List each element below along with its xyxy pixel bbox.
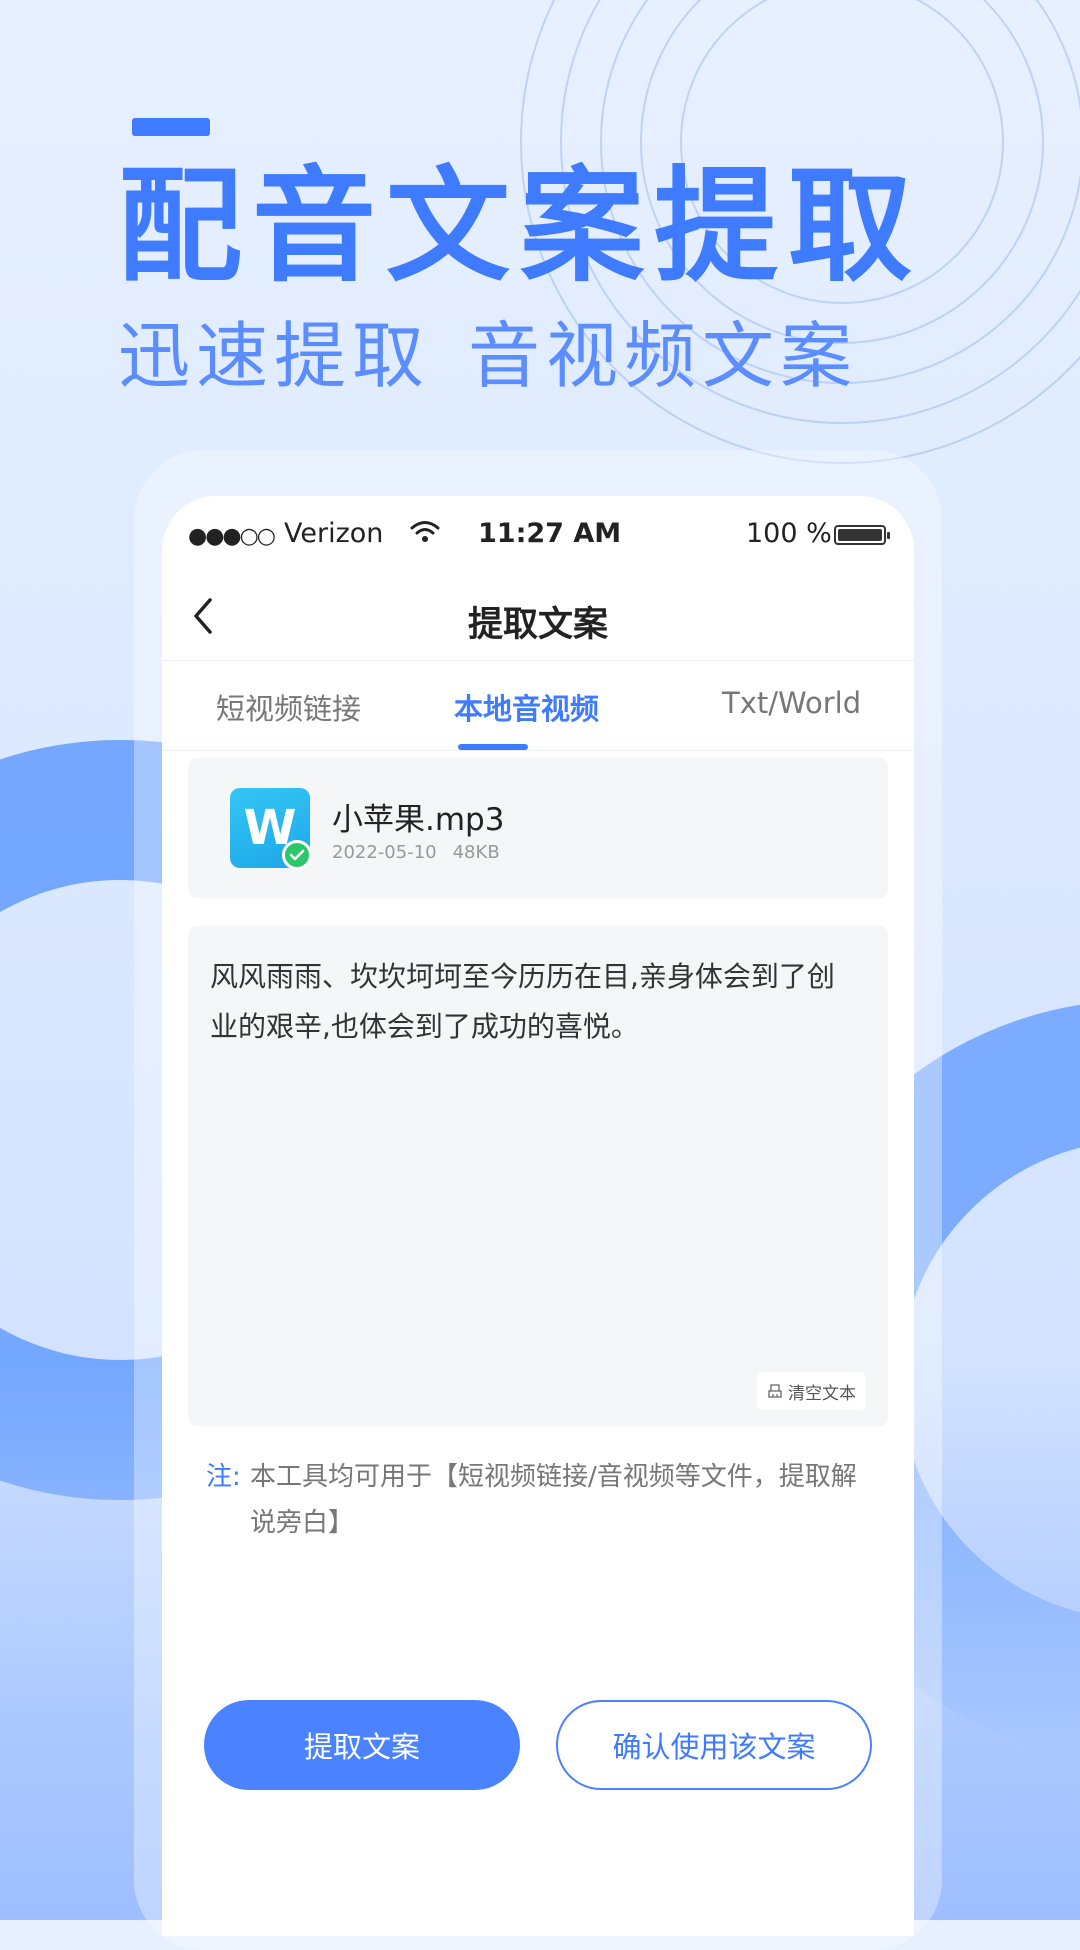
file-meta: 2022-05-10 48KB bbox=[332, 842, 500, 863]
promo-subhead-left: 迅速提取 bbox=[118, 314, 431, 398]
clear-text-label: 清空文本 bbox=[788, 1383, 856, 1404]
status-bar: ●●●○○ Verizon 11:27 AM 100 % bbox=[162, 496, 914, 576]
note-label: 注: bbox=[206, 1462, 241, 1492]
confirm-use-button[interactable]: 确认使用该文案 bbox=[556, 1700, 872, 1790]
tab-bar: 短视频链接 本地音视频 Txt/World bbox=[162, 660, 914, 751]
file-size: 48KB bbox=[452, 842, 500, 863]
file-card[interactable]: W 小苹果.mp3 2022-05-10 48KB bbox=[188, 758, 888, 898]
tab-local-media[interactable]: 本地音视频 bbox=[454, 686, 599, 728]
extracted-text-box[interactable]: 风风雨雨、坎坎坷坷至今历历在目,亲身体会到了创业的艰辛,也体会到了成功的喜悦。 … bbox=[188, 926, 888, 1426]
accent-bar bbox=[132, 118, 210, 136]
file-name: 小苹果.mp3 bbox=[332, 802, 505, 838]
battery-icon bbox=[834, 525, 890, 545]
nav-bar: 提取文案 bbox=[162, 574, 914, 661]
signal-icon: ●●●○○ bbox=[188, 524, 276, 549]
promo-subhead: 迅速提取 音视频文案 bbox=[118, 320, 858, 392]
check-icon bbox=[282, 840, 312, 870]
promo-subhead-right: 音视频文案 bbox=[468, 314, 859, 398]
tab-short-video-link[interactable]: 短视频链接 bbox=[216, 686, 361, 728]
wifi-icon bbox=[410, 521, 440, 542]
note-text: 本工具均可用于【短视频链接/音视频等文件，提取解说旁白】 bbox=[250, 1462, 857, 1538]
tab-txt-world[interactable]: Txt/World bbox=[722, 686, 861, 720]
page-title: 提取文案 bbox=[467, 605, 608, 645]
extracted-text[interactable]: 风风雨雨、坎坎坷坷至今历历在目,亲身体会到了创业的艰辛,也体会到了成功的喜悦。 bbox=[210, 952, 860, 1052]
active-tab-indicator bbox=[458, 744, 528, 750]
phone-screen: ●●●○○ Verizon 11:27 AM 100 % 提取文案 短视频链接 … bbox=[162, 496, 914, 1936]
promo-headline: 配音文案提取 bbox=[118, 155, 923, 299]
usage-note: 注: 本工具均可用于【短视频链接/音视频等文件，提取解说旁白】 bbox=[206, 1454, 866, 1538]
carrier-label: Verizon bbox=[284, 518, 384, 549]
status-time: 11:27 AM bbox=[478, 518, 622, 549]
extract-button[interactable]: 提取文案 bbox=[204, 1700, 520, 1790]
eraser-icon bbox=[768, 1384, 782, 1398]
file-date: 2022-05-10 bbox=[332, 842, 437, 863]
battery-percent: 100 % bbox=[746, 518, 832, 549]
clear-text-button[interactable]: 清空文本 bbox=[757, 1372, 866, 1410]
